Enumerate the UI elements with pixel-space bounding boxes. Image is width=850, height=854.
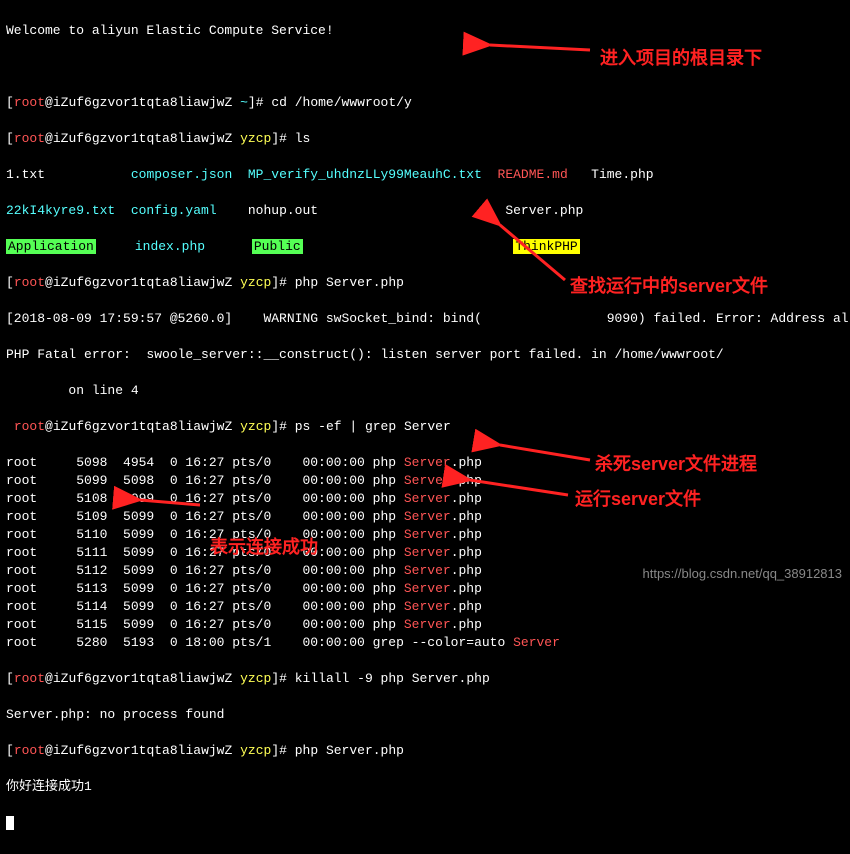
success-line: 你好连接成功1 xyxy=(6,778,844,796)
annotation-connect-success: 表示连接成功 xyxy=(210,533,318,559)
prompt-line: root@iZuf6gzvor1tqta8liawjwZ yzcp]# ps -… xyxy=(6,418,844,436)
warn-line: PHP Fatal error: swoole_server::__constr… xyxy=(6,346,844,364)
welcome-line: Welcome to aliyun Elastic Compute Servic… xyxy=(6,22,844,40)
warn-line: [2018-08-09 17:59:57 @5260.0] WARNING sw… xyxy=(6,310,844,328)
cursor-icon xyxy=(6,816,14,830)
ps-row: root 5115 5099 0 16:27 pts/0 00:00:00 ph… xyxy=(6,616,844,634)
annotation-enter-root: 进入项目的根目录下 xyxy=(600,44,762,70)
prompt-line: [root@iZuf6gzvor1tqta8liawjwZ yzcp]# ls xyxy=(6,130,844,148)
ps-row: root 5280 5193 0 18:00 pts/1 00:00:00 gr… xyxy=(6,634,844,652)
ps-row: root 5111 5099 0 16:27 pts/0 00:00:00 ph… xyxy=(6,544,844,562)
prompt-line: [root@iZuf6gzvor1tqta8liawjwZ ~]# cd /ho… xyxy=(6,94,844,112)
kill-output: Server.php: no process found xyxy=(6,706,844,724)
annotation-kill-server: 杀死server文件进程 xyxy=(595,450,757,476)
ps-row: root 5114 5099 0 16:27 pts/0 00:00:00 ph… xyxy=(6,598,844,616)
ps-row: root 5110 5099 0 16:27 pts/0 00:00:00 ph… xyxy=(6,526,844,544)
annotation-run-server: 运行server文件 xyxy=(575,485,701,511)
terminal-output[interactable]: Welcome to aliyun Elastic Compute Servic… xyxy=(0,0,850,854)
warn-line: on line 4 xyxy=(6,382,844,400)
ls-row: Application index.php Public ThinkPHP xyxy=(6,238,844,256)
watermark: https://blog.csdn.net/qq_38912813 xyxy=(643,566,843,581)
cursor-line[interactable] xyxy=(6,814,844,832)
prompt-line: [root@iZuf6gzvor1tqta8liawjwZ yzcp]# php… xyxy=(6,742,844,760)
ls-row: 1.txt composer.json MP_verify_uhdnzLLy99… xyxy=(6,166,844,184)
ls-row: 22kI4kyre9.txt config.yaml nohup.out Ser… xyxy=(6,202,844,220)
ps-row: root 5109 5099 0 16:27 pts/0 00:00:00 ph… xyxy=(6,508,844,526)
ps-output: root 5098 4954 0 16:27 pts/0 00:00:00 ph… xyxy=(6,454,844,652)
ps-row: root 5113 5099 0 16:27 pts/0 00:00:00 ph… xyxy=(6,580,844,598)
prompt-line: [root@iZuf6gzvor1tqta8liawjwZ yzcp]# kil… xyxy=(6,670,844,688)
annotation-find-server: 查找运行中的server文件 xyxy=(570,272,768,298)
ps-row: root 5108 5099 0 16:27 pts/0 00:00:00 ph… xyxy=(6,490,844,508)
